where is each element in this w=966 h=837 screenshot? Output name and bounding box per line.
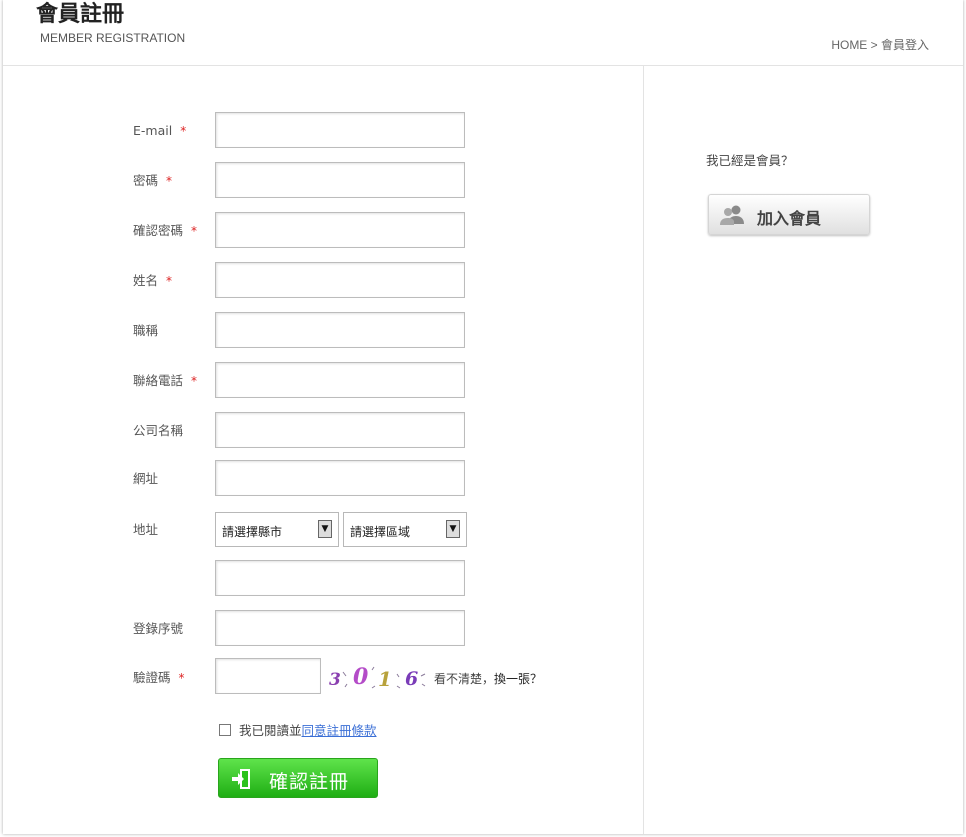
company-label: 公司名稱 [133,423,184,438]
chevron-down-icon: ▼ [318,520,332,538]
captcha-noise [342,666,426,689]
job-title-field[interactable] [215,312,465,348]
confirm-password-label: 確認密碼 * [133,223,198,238]
agree-row: 我已閱讀並同意註冊條款 [219,720,377,739]
required-mark: * [191,224,198,238]
sign-in-icon [232,769,250,789]
required-mark: * [166,174,173,188]
header-divider [3,65,963,66]
city-select-value: 請選擇縣市 [222,525,283,539]
already-member-text: 我已經是會員？ [706,153,794,168]
chevron-down-icon: ▼ [446,520,460,538]
name-field[interactable] [215,262,465,298]
terms-link[interactable]: 同意註冊條款 [302,723,377,738]
email-field[interactable] [215,112,465,148]
join-member-label: 加入會員 [757,209,822,228]
website-field[interactable] [215,460,465,496]
address-detail-field[interactable] [215,560,465,596]
submit-register-button[interactable]: 確認註冊 [218,758,378,798]
job-title-label: 職稱 [133,323,159,338]
district-select[interactable]: 請選擇區域 ▼ [343,512,467,547]
district-select-value: 請選擇區域 [350,525,411,539]
website-label: 網址 [133,471,159,486]
confirm-password-field[interactable] [215,212,465,248]
city-select[interactable]: 請選擇縣市 ▼ [215,512,339,547]
password-label: 密碼 * [133,173,173,188]
name-label: 姓名 * [133,273,173,288]
join-member-button[interactable]: 加入會員 [708,194,870,235]
agree-text: 我已閱讀並 [239,723,302,738]
captcha-image: 3 0 1 6 [325,658,429,694]
required-mark: * [166,274,173,288]
column-divider [643,66,644,834]
captcha-label: 驗證碼 * [133,670,185,685]
captcha-hint: 看不清楚，換一張？ [434,672,543,686]
address-label: 地址 [133,522,159,537]
required-mark: * [191,374,198,388]
company-field[interactable] [215,412,465,448]
page-title: 會員註冊 [36,2,125,27]
captcha-field[interactable] [215,658,321,694]
page-subtitle: MEMBER REGISTRATION [40,31,186,45]
breadcrumb[interactable]: HOME > 會員登入 [831,36,929,53]
captcha-refresh-link[interactable]: 換一張？ [494,672,542,686]
password-field[interactable] [215,162,465,198]
required-mark: * [178,671,185,685]
agree-checkbox[interactable] [219,724,231,736]
email-label: E-mail * [133,123,187,138]
phone-field[interactable] [215,362,465,398]
required-mark: * [180,124,187,138]
users-icon [720,205,744,225]
submit-label: 確認註冊 [269,771,350,793]
serial-field[interactable] [215,610,465,646]
phone-label: 聯絡電話 * [133,373,198,388]
serial-label: 登錄序號 [133,621,184,636]
